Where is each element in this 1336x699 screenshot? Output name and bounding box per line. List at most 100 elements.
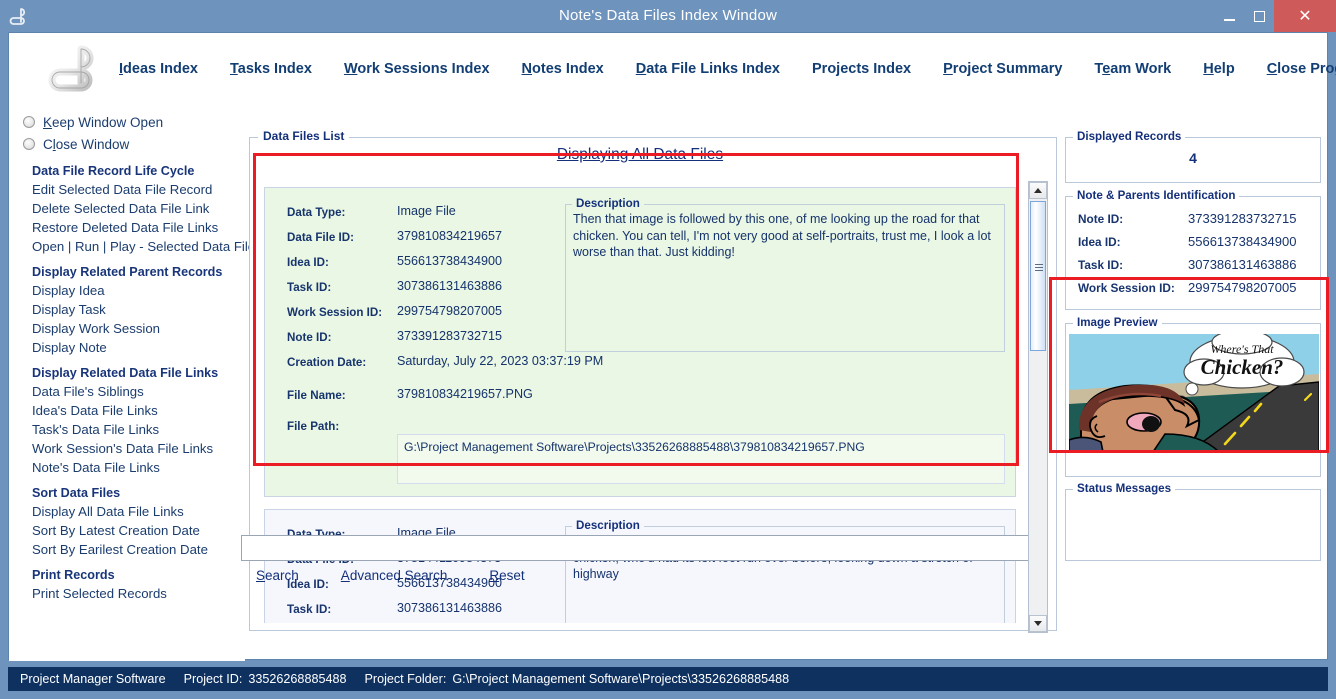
field-value: 373391283732715 [397, 329, 503, 343]
nav-item-list: Ideas Index Tasks Index Work Sessions Inde… [119, 33, 1336, 105]
title-bar: Note's Data Files Index Window ✕ [0, 0, 1336, 32]
identification-groupbox: Note & Parents Identification Note ID: 37… [1065, 189, 1321, 310]
sidebar-item-display-all-data-file-links[interactable]: Display All Data File Links [9, 502, 245, 521]
minimize-button[interactable] [1214, 0, 1244, 32]
sidebar-item-display-idea[interactable]: Display Idea [9, 281, 245, 300]
data-files-list-title: Data Files List [258, 129, 350, 143]
sidebar-item-restore-deleted-data-file-links[interactable]: Restore Deleted Data File Links [9, 218, 245, 237]
field-label: File Name: [287, 389, 346, 402]
status-project-folder: G:\Project Management Software\Projects\… [452, 672, 790, 686]
radio-close-window[interactable]: Close Window [9, 133, 245, 155]
scroll-up-button[interactable] [1029, 182, 1047, 199]
sidebar-item-task-s-data-file-links[interactable]: Task's Data File Links [9, 420, 245, 439]
radio-indicator-icon [23, 116, 35, 128]
sidebar-item-display-work-session[interactable]: Display Work Session [9, 319, 245, 338]
identification-value: 556613738434900 [1188, 234, 1297, 249]
window-body: Ideas Index Tasks Index Work Sessions Inde… [8, 32, 1336, 661]
field-note-id: Note ID: 373391283732715 [287, 329, 603, 354]
status-project-id: 33526268885488 [248, 672, 347, 686]
field-work-session-id: Work Session ID: 299754798207005 [287, 304, 603, 329]
record-card-selected[interactable]: Data Type: Image File Data File ID: 3798… [264, 187, 1016, 497]
sidebar-item-open-run-play-selected-data-file[interactable]: Open | Run | Play - Selected Data File [9, 237, 255, 256]
identification-label: Note ID: [1078, 211, 1124, 226]
scroll-down-button[interactable] [1029, 615, 1047, 632]
field-value: 556613738434900 [397, 254, 503, 268]
sidebar-item-edit-selected-data-file-record[interactable]: Edit Selected Data File Record [9, 180, 245, 199]
description-groupbox: Description Then that image is followed … [565, 197, 1005, 352]
scroll-grip-icon [1035, 264, 1043, 271]
description-title: Description [572, 519, 644, 532]
nav-item-tasks-index[interactable]: Tasks Index [230, 61, 312, 77]
displaying-heading: Displaying All Data Files [556, 146, 724, 163]
scroll-thumb[interactable] [1030, 201, 1046, 351]
window-title: Note's Data Files Index Window [558, 7, 778, 24]
close-button[interactable]: ✕ [1274, 0, 1336, 32]
field-label: Creation Date: [287, 356, 367, 369]
nav-item-team-work[interactable]: Team Work [1094, 61, 1171, 77]
nav-item-work-sessions-index[interactable]: Work Sessions Index [344, 61, 490, 77]
list-vertical-scrollbar[interactable] [1028, 181, 1048, 633]
search-input[interactable] [242, 536, 1040, 560]
field-idea-id: Idea ID: 556613738434900 [287, 254, 603, 279]
status-project-id-label: Project ID: [183, 672, 243, 686]
nav-item-help[interactable]: Help [1203, 61, 1234, 77]
nav-item-close-program[interactable]: Close Program [1267, 61, 1336, 77]
sidebar-item-display-task[interactable]: Display Task [9, 300, 245, 319]
reset-button[interactable]: Reset [489, 568, 524, 583]
field-label: Work Session ID: [287, 306, 383, 319]
field-value: 379810834219657 [397, 229, 503, 243]
record-fields: Data Type: Image File Data File ID: 3798… [287, 204, 603, 443]
search-field-wrapper[interactable] [241, 535, 1041, 561]
field-task-id: Task ID: 307386131463886 [287, 601, 502, 623]
search-button[interactable]: Search [256, 568, 299, 583]
radio-indicator-icon [23, 138, 35, 150]
sidebar-item-print-selected-records[interactable]: Print Selected Records [9, 584, 245, 603]
identification-label: Work Session ID: [1078, 280, 1175, 295]
record-card[interactable]: Data Type: Image File Data File ID: 3781… [264, 509, 1016, 623]
sidebar-item-delete-selected-data-file-link[interactable]: Delete Selected Data File Link [9, 199, 245, 218]
advanced-search-button[interactable]: Advanced Search [341, 568, 448, 583]
nav-item-data-file-links-index[interactable]: Data File Links Index [636, 61, 780, 77]
identification-label: Idea ID: [1078, 234, 1121, 249]
field-label: Task ID: [287, 281, 332, 294]
speech-caption-line-1: Where's That [1210, 342, 1274, 356]
displayed-records-title: Displayed Records [1073, 130, 1186, 143]
identification-row: Idea ID: 556613738434900 [1066, 230, 1320, 253]
identification-value: 307386131463886 [1188, 257, 1297, 272]
field-data-file-id: Data File ID: 379810834219657 [287, 229, 603, 254]
radio-keep-window-open[interactable]: Keep Window Open [9, 111, 245, 133]
field-value: 379810834219657.PNG [397, 387, 533, 401]
maximize-button[interactable] [1244, 0, 1274, 32]
status-bar: Project Manager Software Project ID: 335… [8, 667, 1328, 691]
displayed-records-count: 4 [1189, 150, 1197, 166]
nav-item-projects-index[interactable]: Projects Index [812, 61, 911, 77]
logo-icon [45, 39, 107, 101]
sidebar-item-work-session-s-data-file-links[interactable]: Work Session's Data File Links [9, 439, 245, 458]
sidebar-item-data-file-s-siblings[interactable]: Data File's Siblings [9, 382, 245, 401]
file-path-text: G:\Project Management Software\Projects\… [404, 440, 865, 454]
sidebar-item-sort-by-latest-creation-date[interactable]: Sort By Latest Creation Date [9, 521, 245, 540]
sidebar-item-note-s-data-file-links[interactable]: Note's Data File Links [9, 458, 245, 477]
field-data-type: Data Type: Image File [287, 204, 603, 229]
field-value: 299754798207005 [397, 304, 503, 318]
identification-row: Work Session ID: 299754798207005 [1066, 276, 1320, 299]
nav-item-ideas-index[interactable]: Ideas Index [119, 61, 198, 77]
status-project-folder-label: Project Folder: [364, 672, 447, 686]
radio-label: Keep Window Open [43, 114, 164, 130]
sidebar-item-sort-by-earilest-creation-date[interactable]: Sort By Earilest Creation Date [9, 540, 245, 559]
field-label: Data File ID: [287, 231, 354, 244]
speech-caption-line-2: Chicken? [1201, 355, 1284, 379]
image-preview-groupbox: Image Preview Where's That Chicken? [1065, 316, 1321, 477]
right-panel: Displayed Records 4 Note & Parents Ident… [1065, 130, 1327, 661]
field-value: 307386131463886 [397, 279, 503, 293]
sidebar-heading-display-related-data-file-links: Display Related Data File Links [32, 366, 219, 380]
nav-item-project-summary[interactable]: Project Summary [943, 61, 1062, 77]
field-file-name: File Name: 379810834219657.PNG [287, 387, 603, 418]
sidebar-item-display-note[interactable]: Display Note [9, 338, 245, 357]
nav-item-notes-index[interactable]: Notes Index [522, 61, 604, 77]
radio-label: Close Window [43, 136, 130, 152]
image-preview-thumbnail[interactable]: Where's That Chicken? [1069, 334, 1319, 452]
sidebar-item-idea-s-data-file-links[interactable]: Idea's Data File Links [9, 401, 245, 420]
description-title: Description [572, 197, 644, 210]
sidebar: Keep Window Open Close Window Data File Re… [9, 105, 255, 661]
